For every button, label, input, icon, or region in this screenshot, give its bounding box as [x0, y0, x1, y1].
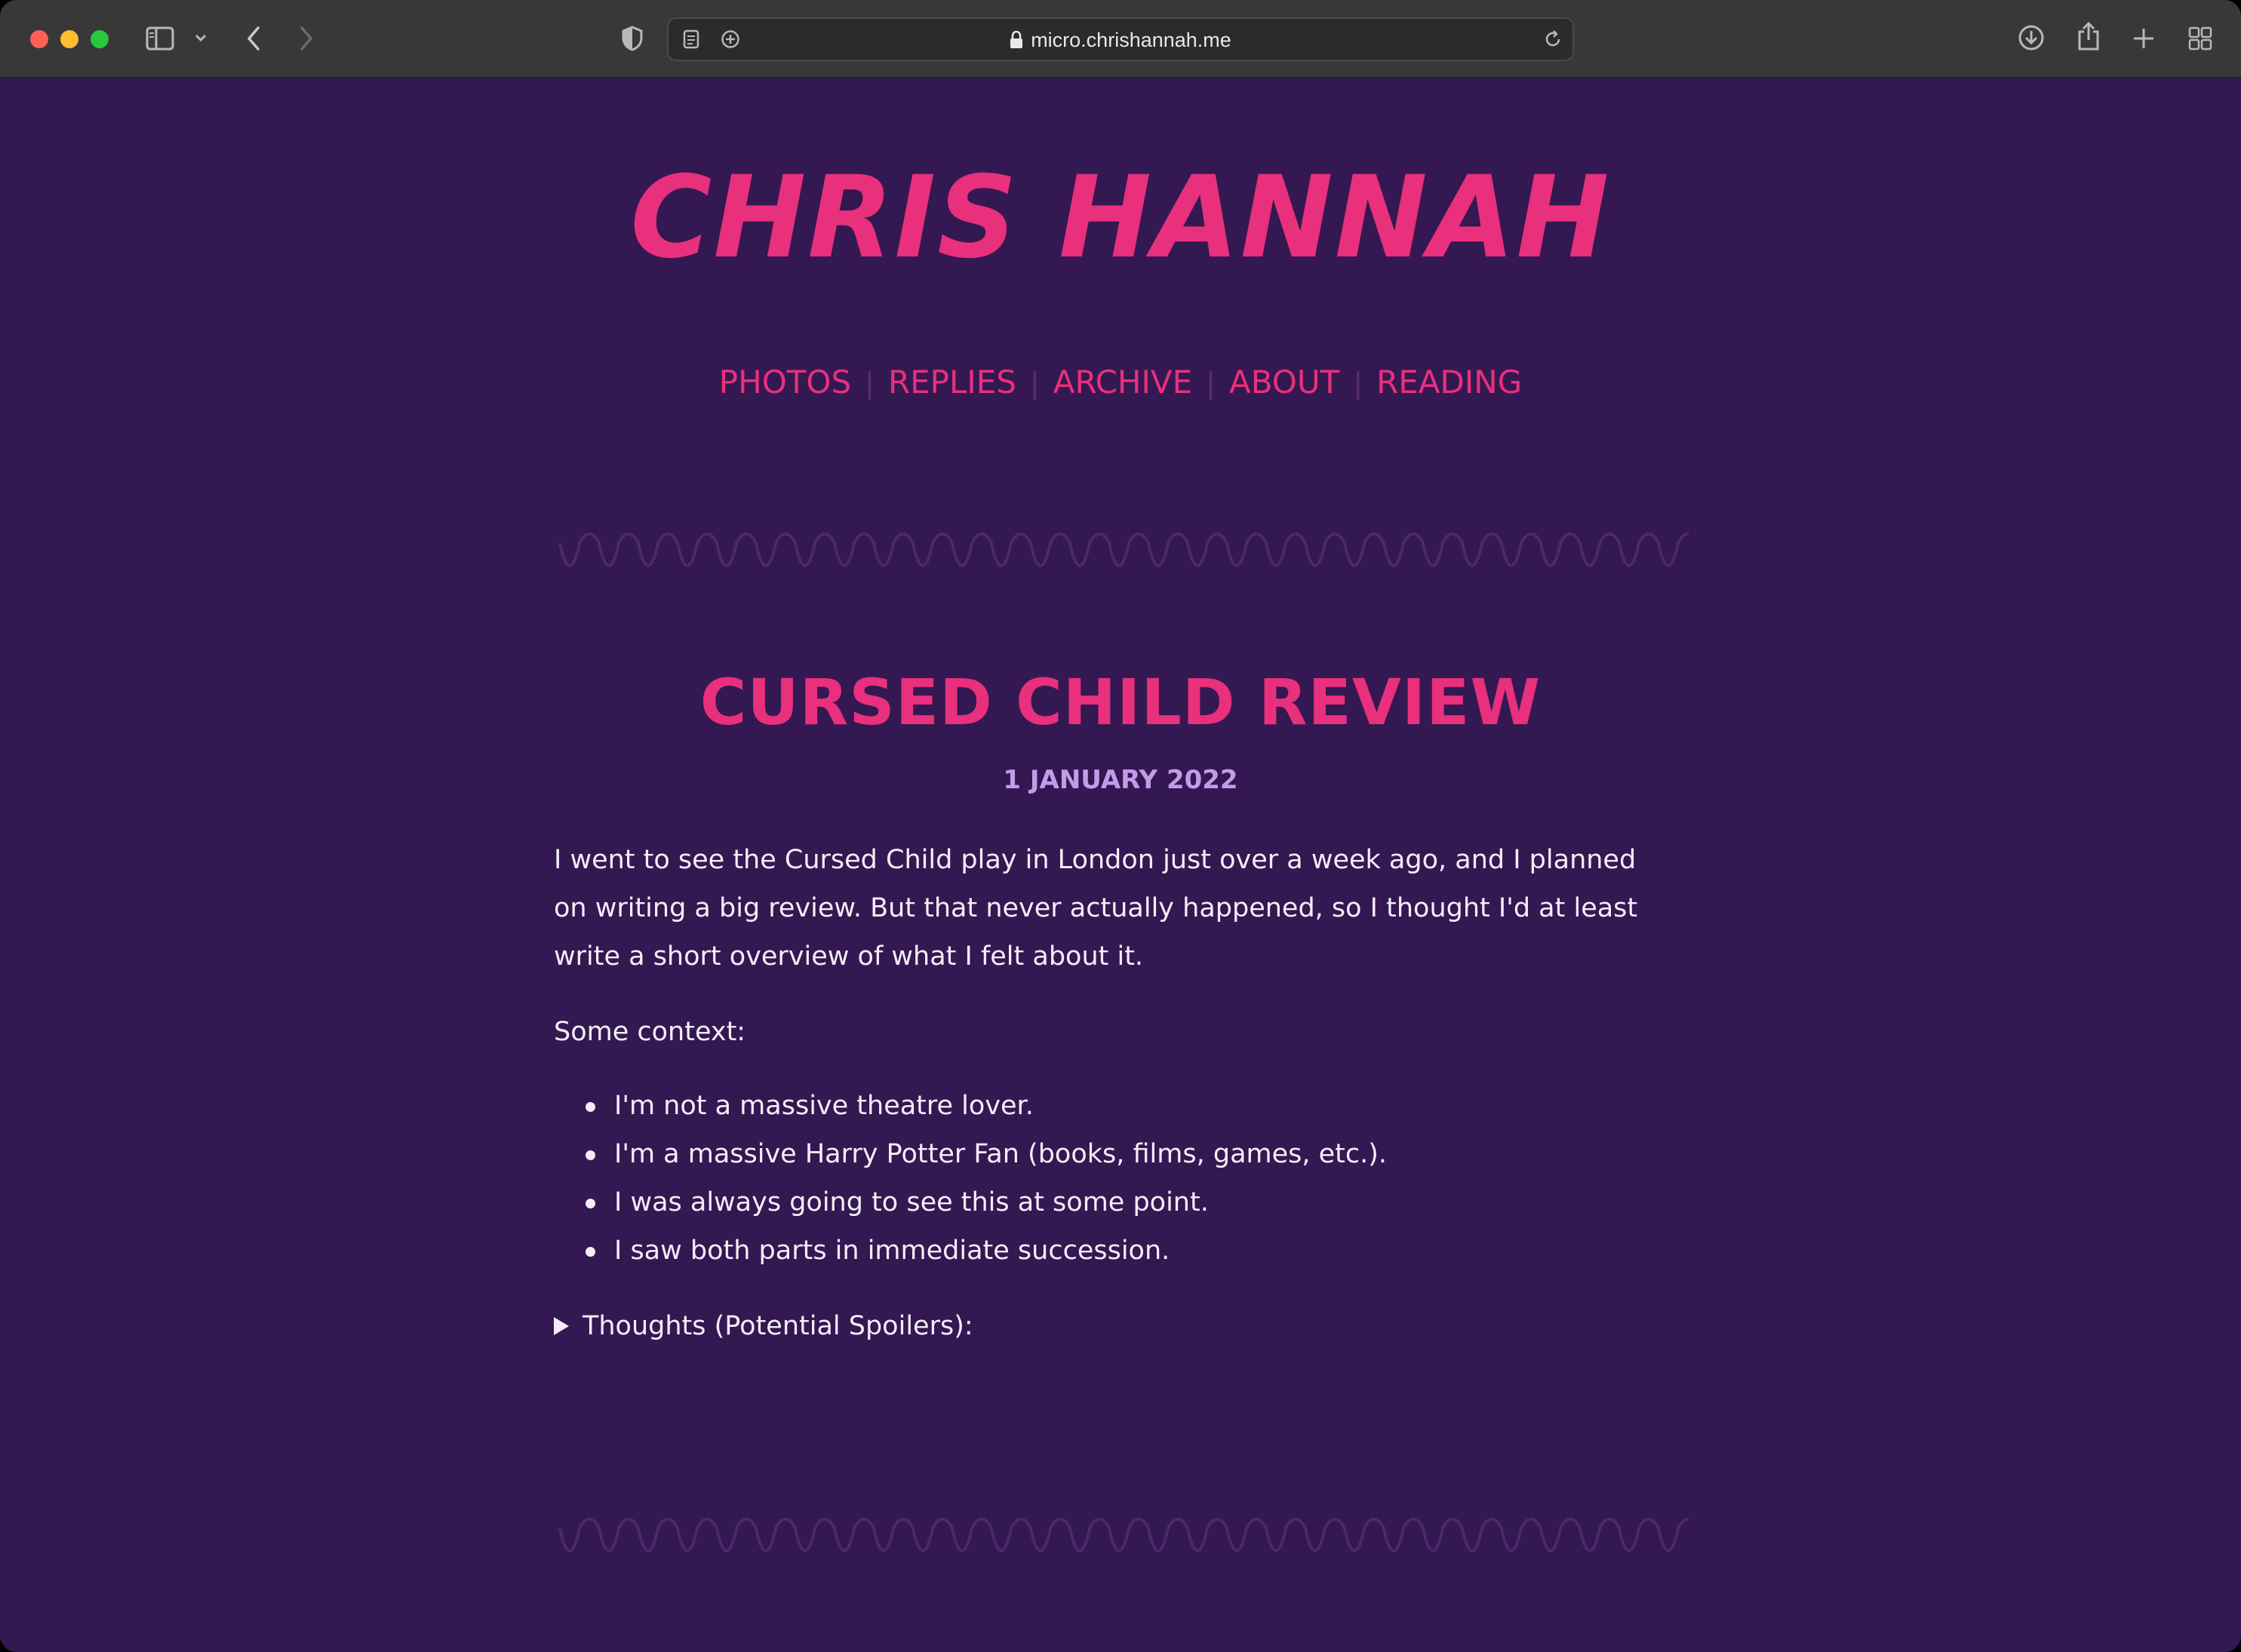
- context-list: I'm not a massive theatre lover. I'm a m…: [554, 1082, 1671, 1275]
- browser-window: micro.chrishannah.me CHRIS HANNAH PHOTOS…: [0, 0, 2241, 1652]
- back-arrow-icon[interactable]: [243, 24, 264, 53]
- browser-toolbar: micro.chrishannah.me: [0, 0, 2241, 78]
- wave-divider-top: [558, 532, 1689, 567]
- nav-separator: |: [1029, 367, 1040, 400]
- list-item: I'm not a massive theatre lover.: [586, 1082, 1671, 1130]
- post-content: I went to see the Cursed Child play in L…: [554, 836, 1671, 1350]
- url-label: micro.chrishannah.me: [1031, 29, 1231, 51]
- post-intro: I went to see the Cursed Child play in L…: [554, 845, 1638, 972]
- context-label: Some context:: [554, 1017, 746, 1047]
- disclosure-summary[interactable]: Thoughts (Potential Spoilers):: [583, 1302, 973, 1350]
- new-tab-plus-icon[interactable]: [2129, 24, 2158, 53]
- wave-divider-bottom: [558, 1517, 1689, 1552]
- downloads-icon[interactable]: [2016, 23, 2046, 53]
- nav-separator: |: [1353, 367, 1363, 400]
- tab-overview-icon[interactable]: [2185, 24, 2215, 53]
- list-item: I was always going to see this at some p…: [586, 1178, 1671, 1227]
- nav-archive[interactable]: ARCHIVE: [1053, 364, 1192, 401]
- address-bar[interactable]: micro.chrishannah.me: [667, 17, 1574, 61]
- privacy-shield-icon[interactable]: [619, 24, 646, 53]
- nav-separator: |: [865, 367, 875, 400]
- nav-replies[interactable]: REPLIES: [888, 364, 1016, 401]
- minimize-window-button[interactable]: [60, 30, 78, 48]
- disclosure-triangle-icon[interactable]: [554, 1317, 569, 1335]
- nav-photos[interactable]: PHOTOS: [719, 364, 851, 401]
- post-date[interactable]: 1 JANUARY 2022: [0, 765, 2241, 795]
- close-window-button[interactable]: [30, 30, 48, 48]
- nav-about[interactable]: ABOUT: [1229, 364, 1339, 401]
- chevron-down-icon[interactable]: [193, 30, 208, 45]
- list-item: I'm a massive Harry Potter Fan (books, f…: [586, 1130, 1671, 1178]
- site-title[interactable]: CHRIS HANNAH: [23, 152, 2219, 284]
- zoom-window-button[interactable]: [91, 30, 109, 48]
- url-text: micro.chrishannah.me: [669, 29, 1572, 54]
- nav-reading[interactable]: READING: [1376, 364, 1522, 401]
- spoilers-disclosure[interactable]: Thoughts (Potential Spoilers):: [554, 1302, 1671, 1350]
- post-title[interactable]: CURSED CHILD REVIEW: [0, 665, 2241, 739]
- lock-icon: [1010, 30, 1023, 54]
- site-nav: PHOTOS | REPLIES | ARCHIVE | ABOUT | READING: [0, 364, 2241, 401]
- share-icon[interactable]: [2073, 20, 2104, 53]
- reload-icon[interactable]: [1542, 29, 1563, 50]
- list-item: I saw both parts in immediate succession…: [586, 1227, 1671, 1275]
- web-page: CHRIS HANNAH PHOTOS | REPLIES | ARCHIVE | ABOU…: [0, 80, 2241, 1652]
- nav-separator: |: [1206, 367, 1216, 400]
- forward-arrow-icon[interactable]: [296, 24, 317, 53]
- sidebar-toggle-icon[interactable]: [145, 24, 175, 53]
